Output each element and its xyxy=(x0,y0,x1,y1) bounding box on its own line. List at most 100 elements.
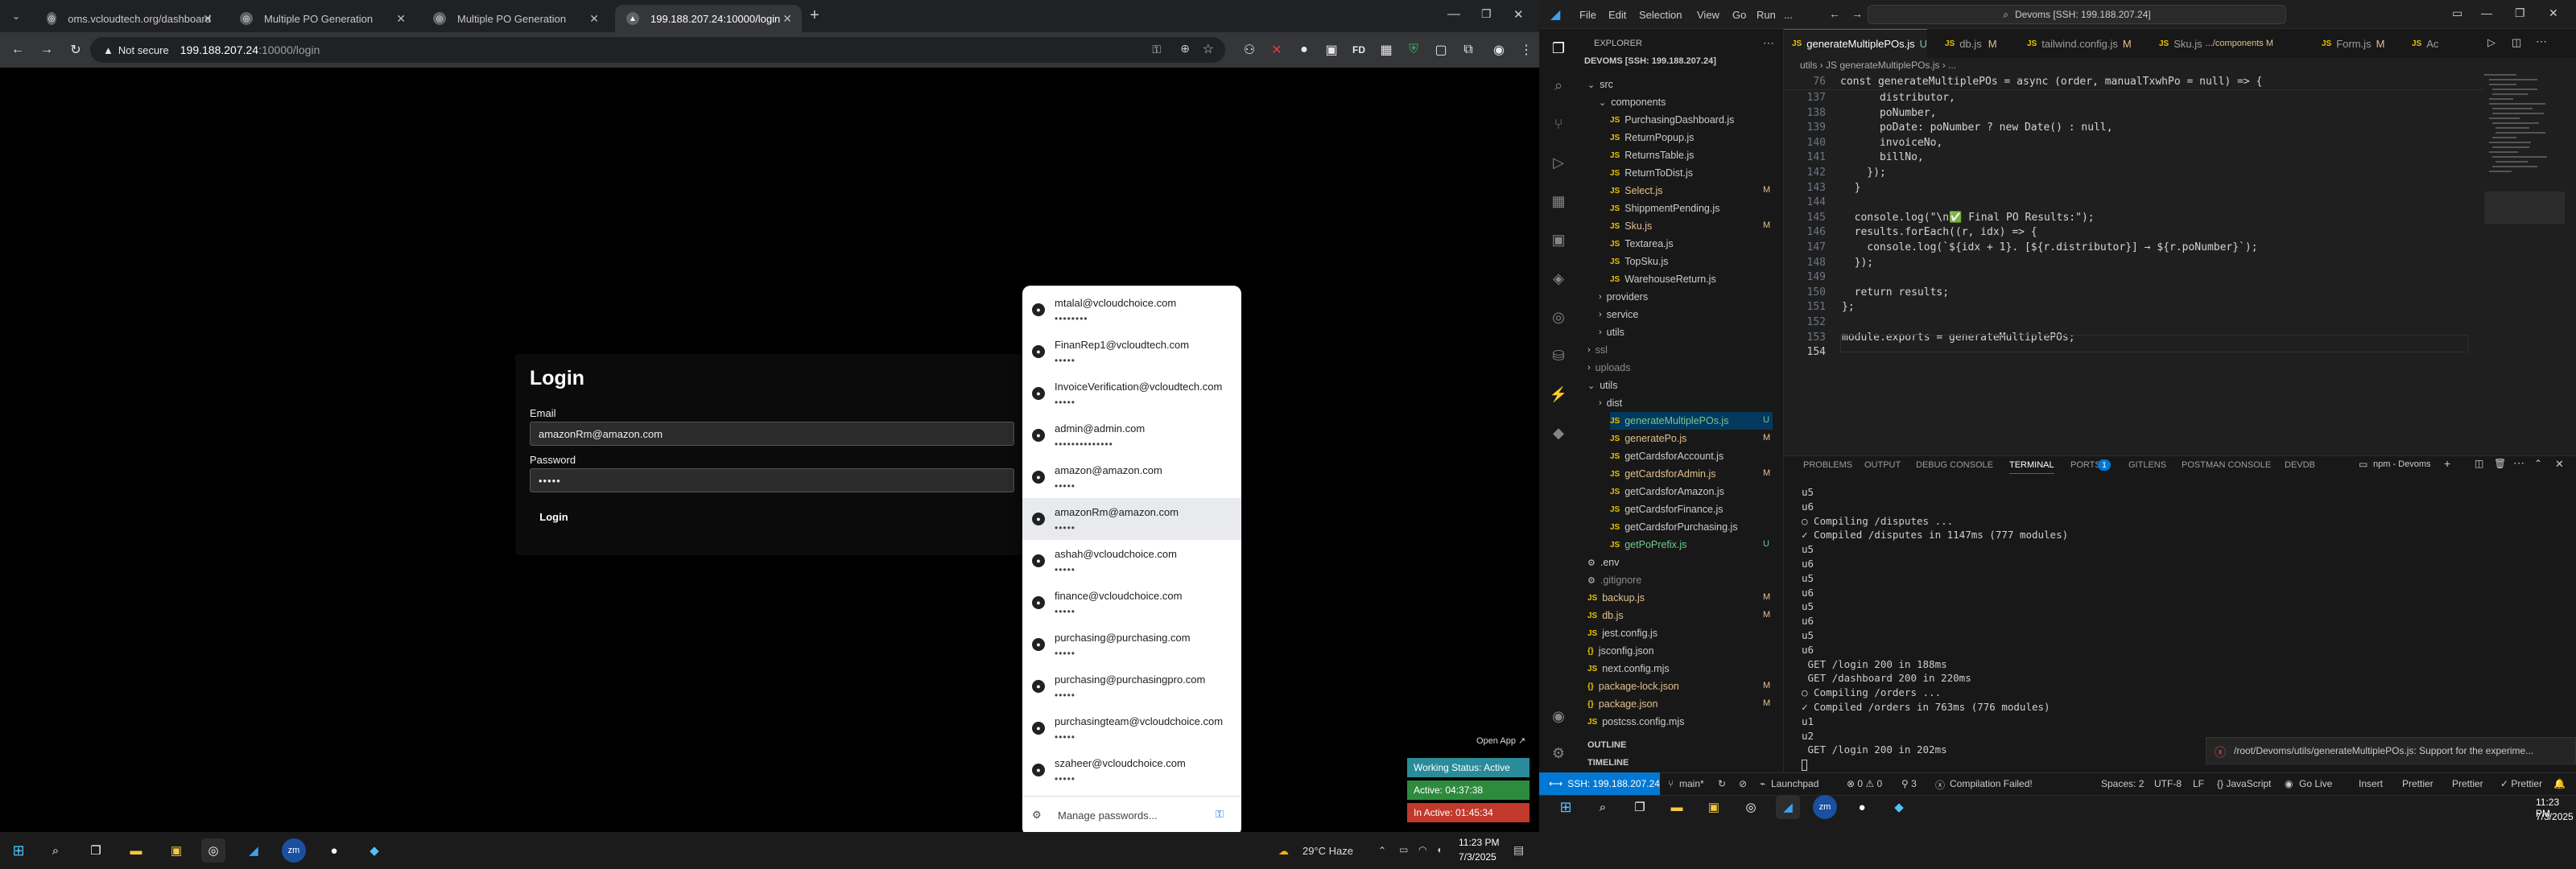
close-tab-icon[interactable]: ✕ xyxy=(782,12,792,26)
menu-view[interactable]: View xyxy=(1697,9,1719,21)
tree-file[interactable]: {} package-lock.json xyxy=(1587,677,1679,695)
tree-file[interactable]: JS ShippmentPending.js xyxy=(1610,200,1719,217)
command-center[interactable]: ⌕ Devoms [SSH: 199.188.207.24] xyxy=(1868,5,2286,24)
editor-tab-db[interactable]: JS db.js M xyxy=(1937,29,2017,58)
breadcrumb[interactable]: utils › JS generateMultiplePOs.js › ... xyxy=(1800,60,1956,71)
extension-grid-icon[interactable]: ▦ xyxy=(1377,40,1396,60)
tree-file[interactable]: JS ReturnsTable.js xyxy=(1610,146,1694,164)
code-line[interactable]: }); xyxy=(1842,167,1886,179)
minimize-icon[interactable]: — xyxy=(1447,7,1460,22)
tree-file[interactable]: {} package.json xyxy=(1587,695,1657,713)
code-line[interactable]: }; xyxy=(1842,301,1855,313)
kill-terminal-icon[interactable]: 🗑 xyxy=(2494,458,2506,469)
code-line[interactable]: console.log("\n✅ Final PO Results:"); xyxy=(1842,212,2095,224)
notification-icon[interactable]: ▤ xyxy=(1513,843,1524,857)
tree-file[interactable]: JS TopSku.js xyxy=(1610,253,1668,270)
password-entry[interactable]: ● purchasing@purchasingpro.com ••••• xyxy=(1022,665,1241,707)
tree-file[interactable]: ⚙ .gitignore xyxy=(1587,571,1641,589)
nav-forward-icon[interactable]: → xyxy=(1852,7,1863,20)
zoom-icon[interactable]: ⊕ xyxy=(1180,42,1190,56)
code-line[interactable]: console.log(`${idx + 1}. [${r.distributo… xyxy=(1842,241,2257,253)
new-tab-button[interactable]: + xyxy=(810,6,819,25)
key-icon[interactable]: ⚿ xyxy=(1152,43,1161,56)
store-icon[interactable]: ▣ xyxy=(1702,795,1726,819)
store-icon[interactable]: ▣ xyxy=(164,838,188,863)
more-actions-icon[interactable]: ⋯ xyxy=(1763,36,1774,50)
line-ending[interactable]: LF xyxy=(2193,778,2204,789)
split-editor-icon[interactable]: ◫ xyxy=(2512,36,2521,49)
language-mode[interactable]: {} JavaScript xyxy=(2217,778,2271,789)
clock-date[interactable]: 7/3/2025 xyxy=(1459,851,1496,863)
tree-file[interactable]: JS ReturnPopup.js xyxy=(1610,129,1694,146)
menu-run[interactable]: Run xyxy=(1757,9,1776,21)
prettier-2[interactable]: Prettier xyxy=(2452,778,2483,789)
tree-folder[interactable]: › ssl xyxy=(1587,341,1608,359)
editor-tab-overflow[interactable]: JS Ac xyxy=(2404,29,2452,58)
file-explorer-icon[interactable]: ▬ xyxy=(1665,795,1689,819)
tree-folder[interactable]: › service xyxy=(1599,306,1638,323)
chrome-menu-icon[interactable]: ⋮ xyxy=(1517,40,1536,60)
task-view-icon[interactable]: ❐ xyxy=(84,838,108,863)
split-terminal-icon[interactable]: ◫ xyxy=(2475,458,2483,469)
code-line[interactable]: distributor, xyxy=(1842,92,1955,104)
panel-tab-problems[interactable]: PROBLEMS xyxy=(1803,460,1852,470)
new-terminal-icon[interactable]: + xyxy=(2444,457,2450,470)
code-line[interactable]: return results; xyxy=(1842,286,1949,299)
pinned-app2-icon[interactable]: ◆ xyxy=(1887,795,1911,819)
insert-mode[interactable]: Insert xyxy=(2359,778,2383,789)
account-icon[interactable]: ◉ xyxy=(1549,706,1568,726)
password-entry[interactable]: ● purchasingteam@vcloudchoice.com ••••• xyxy=(1022,707,1241,749)
code-line[interactable]: } xyxy=(1842,182,1861,194)
back-icon[interactable]: ← xyxy=(8,40,27,60)
close-window-icon[interactable]: ✕ xyxy=(2549,6,2558,20)
extension-icon[interactable]: ⚇ xyxy=(1240,40,1259,60)
pinned-app-icon[interactable]: ● xyxy=(322,838,346,863)
prettier-1[interactable]: Prettier xyxy=(2402,778,2434,789)
tree-file[interactable]: JS ReturnToDist.js xyxy=(1610,164,1693,182)
tree-file[interactable]: JS postcss.config.mjs xyxy=(1587,713,1684,731)
problems-count[interactable]: ⊗ 0 ⚠ 0 xyxy=(1847,778,1882,789)
tree-file[interactable]: JS backup.js xyxy=(1587,589,1645,607)
vscode-app-icon[interactable]: ◢ xyxy=(242,838,266,863)
extension-x-icon[interactable]: ✕ xyxy=(1267,40,1286,60)
volume-icon[interactable]: ◖ xyxy=(1436,844,1442,855)
close-tab-icon[interactable]: ✕ xyxy=(203,12,213,26)
timeline-section[interactable]: TIMELINE xyxy=(1587,758,1629,768)
close-window-icon[interactable]: ✕ xyxy=(1513,7,1524,22)
tree-file[interactable]: JS generatePo.js xyxy=(1610,430,1686,447)
gitlens-icon[interactable]: ◈ xyxy=(1549,269,1568,288)
tab-multiple-po-1[interactable]: ◎ Multiple PO Generation ✕ xyxy=(229,5,415,32)
menu-go[interactable]: Go xyxy=(1732,9,1746,21)
bell-icon[interactable]: 🔔 xyxy=(2553,778,2566,789)
tree-folder[interactable]: ⌄ utils xyxy=(1587,377,1617,394)
nav-back-icon[interactable]: ← xyxy=(1829,7,1840,20)
editor-tab-generateMultiplePOs[interactable]: JS generateMultiplePOs.js U xyxy=(1784,29,1927,58)
code-line[interactable]: }); xyxy=(1842,257,1874,269)
compile-status[interactable]: Compilation Failed! xyxy=(1950,778,2033,789)
password-entry[interactable]: ● admin@admin.com •••••••••••••• xyxy=(1022,414,1241,456)
remote-explorer-icon[interactable]: ▣ xyxy=(1549,230,1568,249)
panel-tab-devdb[interactable]: DEVDB xyxy=(2285,460,2315,470)
email-field[interactable]: amazonRm@amazon.com xyxy=(530,422,1014,446)
more-actions-icon[interactable]: ⋯ xyxy=(2513,456,2524,470)
tree-file[interactable]: JS WarehouseReturn.js xyxy=(1610,270,1716,288)
tab-login[interactable]: ▲ 199.188.207.24:10000/login ✕ xyxy=(615,5,802,32)
password-entry[interactable]: ● purchasing@purchasing.com ••••• xyxy=(1022,624,1241,665)
tree-file[interactable]: JS getCardsforFinance.js xyxy=(1610,500,1724,518)
tree-file[interactable]: JS getCardsforAdmin.js xyxy=(1610,465,1715,483)
password-entry[interactable]: ● InvoiceVerification@vcloudtech.com ••••• xyxy=(1022,373,1241,414)
menu-more[interactable]: ... xyxy=(1784,9,1793,21)
settings-gear-icon[interactable]: ⚙ xyxy=(1549,743,1568,763)
python-icon[interactable]: ◆ xyxy=(1549,423,1568,443)
sync-icon[interactable]: ↻ xyxy=(1718,778,1726,789)
clock-date[interactable]: 7/3/2025 xyxy=(2536,811,2574,822)
clock-time[interactable]: 11:23 PM xyxy=(1459,837,1499,848)
layout-toggle-icon[interactable]: ▭ xyxy=(2452,6,2462,20)
prettier-3[interactable]: ✓ Prettier xyxy=(2500,778,2542,789)
workspace-root[interactable]: DEVOMS [SSH: 199.188.207.24] xyxy=(1584,56,1716,66)
editor-tab-form[interactable]: JS Form.js M xyxy=(2314,29,2402,58)
launchpad[interactable]: Launchpad xyxy=(1771,778,1818,789)
chrome-app-icon[interactable]: ◎ xyxy=(1739,795,1763,819)
security-label[interactable]: Not secure xyxy=(118,44,169,56)
tab-multiple-po-2[interactable]: ◎ Multiple PO Generation ✕ xyxy=(422,5,609,32)
